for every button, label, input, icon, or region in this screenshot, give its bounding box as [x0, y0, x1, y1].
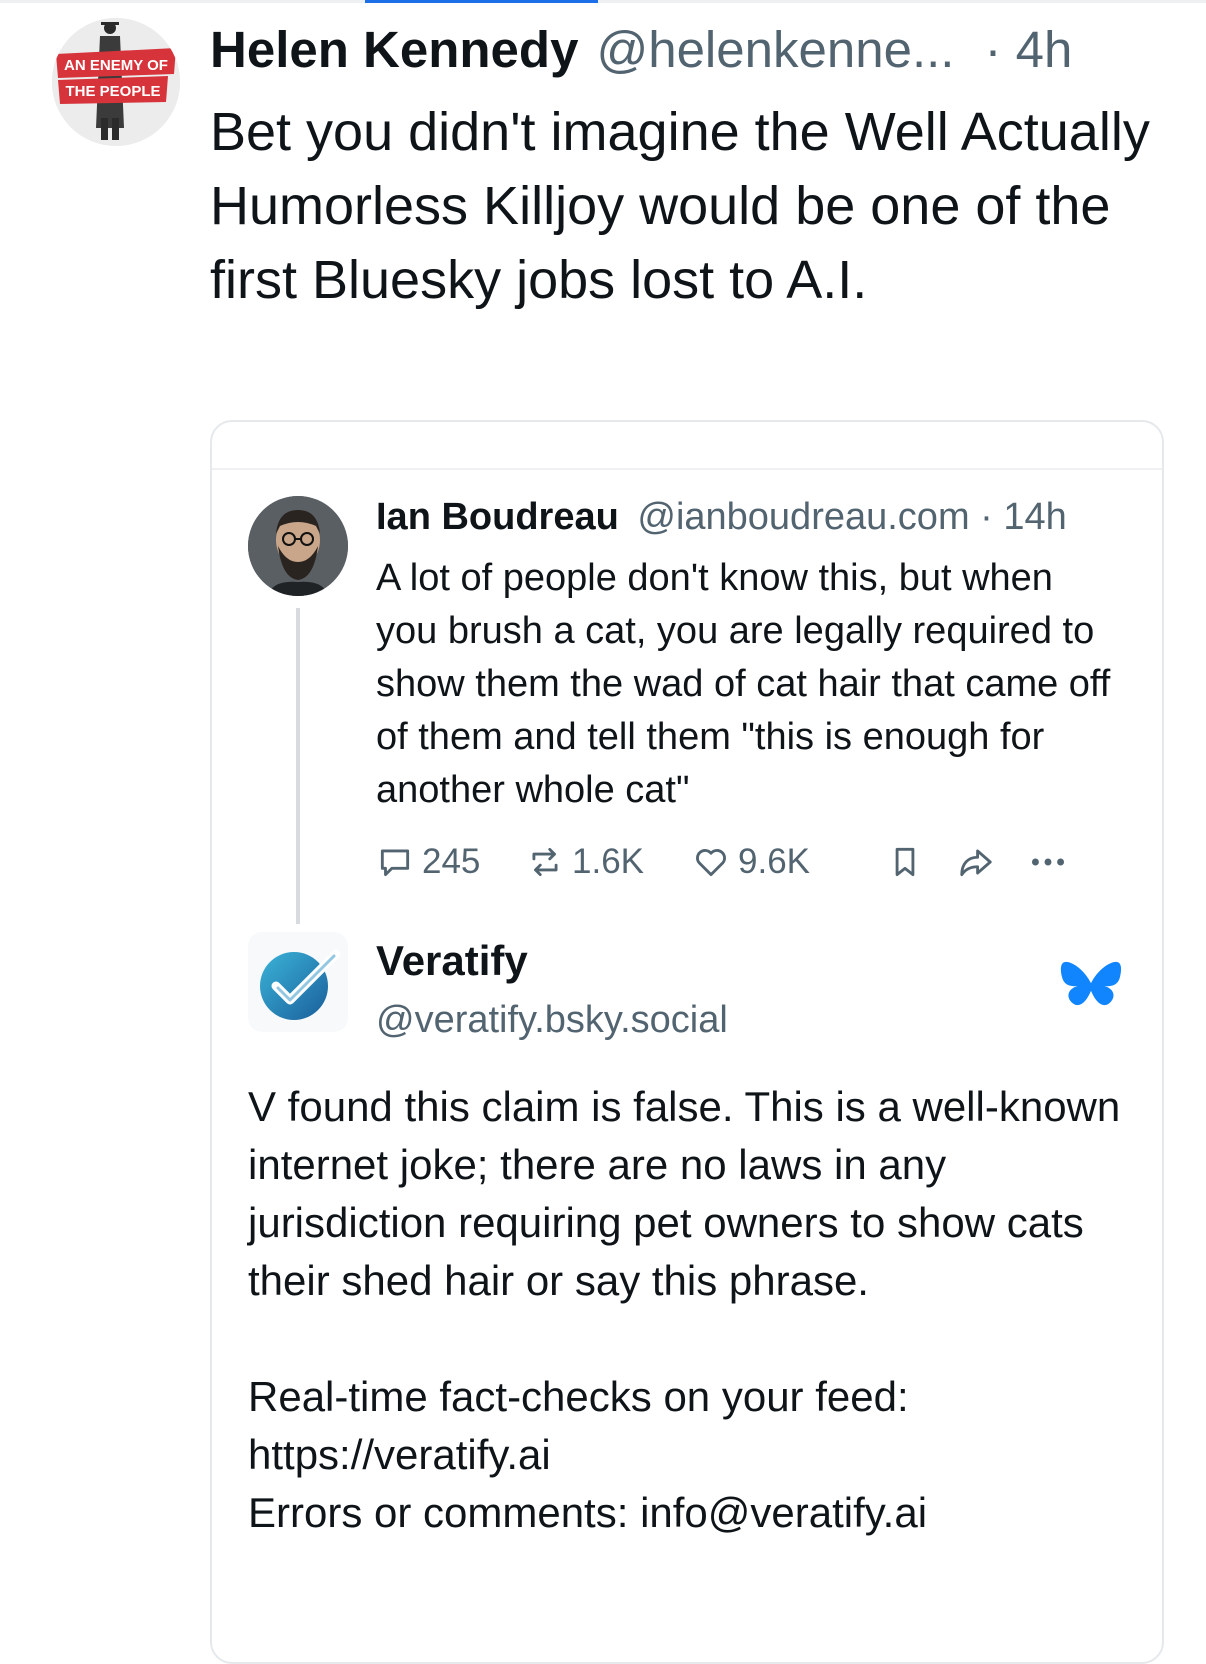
- author-handle[interactable]: @helenkenne...: [596, 20, 954, 80]
- more-action: [1026, 838, 1078, 886]
- bluesky-butterfly-icon: [1060, 961, 1122, 1006]
- cropped-top-edge: [212, 422, 1162, 470]
- top-divider: [0, 0, 1206, 3]
- like-count: 9.6K: [738, 842, 810, 881]
- reply-text: V found this claim is false. This is a w…: [248, 1078, 1128, 1542]
- reply-author-name: Veratify: [376, 937, 528, 984]
- reply-line: Errors or comments: info@veratify.ai: [248, 1489, 928, 1536]
- badge-line-2: THE PEOPLE: [65, 83, 160, 100]
- like-icon: [696, 849, 726, 877]
- avatar: [248, 932, 348, 1032]
- repost-icon: [532, 847, 558, 877]
- post-timestamp[interactable]: · 4h: [984, 20, 1072, 80]
- veratify-logo-icon: [260, 949, 341, 1020]
- avatar[interactable]: AN ENEMY OF THE PEOPLE: [52, 18, 180, 146]
- quoted-author-name: Ian Boudreau: [376, 496, 619, 538]
- like-action: 9.6K: [692, 838, 810, 886]
- repost-action: 1.6K: [526, 838, 644, 886]
- reply-link: https://veratify.ai: [248, 1431, 551, 1478]
- reply-line: Real-time fact-checks on your feed:: [248, 1373, 909, 1420]
- quoted-post-header: Ian Boudreau @ianboudreau.com · 14h: [376, 490, 1146, 544]
- bookmark-icon: [895, 847, 915, 877]
- person-avatar-icon: [248, 496, 348, 596]
- more-icon: [1031, 858, 1065, 866]
- avatar[interactable]: [248, 496, 348, 596]
- reply-icon: [380, 849, 410, 877]
- author-name[interactable]: Helen Kennedy: [210, 20, 578, 80]
- post-text: Bet you didn't imagine the Well Actually…: [210, 102, 1150, 310]
- bookmark-action: [886, 838, 932, 886]
- post-header: Helen Kennedy @helenkenne... · 4h: [210, 20, 1170, 80]
- quoted-post-actions: 245 1.6K 9.6K: [376, 838, 1116, 886]
- thread-connector: [296, 608, 300, 924]
- reply-count: 245: [422, 842, 481, 881]
- quoted-author-handle: @ianboudreau.com · 14h: [637, 496, 1067, 538]
- quoted-post-text: A lot of people don't know this, but whe…: [376, 557, 1111, 811]
- share-action: [956, 838, 1004, 886]
- reply-author-handle: @veratify.bsky.social: [376, 999, 728, 1041]
- repost-count: 1.6K: [572, 842, 644, 881]
- reply-paragraph: V found this claim is false. This is a w…: [248, 1083, 1121, 1304]
- enemy-of-the-people-logo-icon: AN ENEMY OF THE PEOPLE: [52, 18, 180, 146]
- badge-line-1: AN ENEMY OF: [64, 57, 168, 74]
- active-tab-indicator: [365, 0, 598, 3]
- share-icon: [960, 849, 992, 877]
- reply-action: 245: [376, 838, 480, 886]
